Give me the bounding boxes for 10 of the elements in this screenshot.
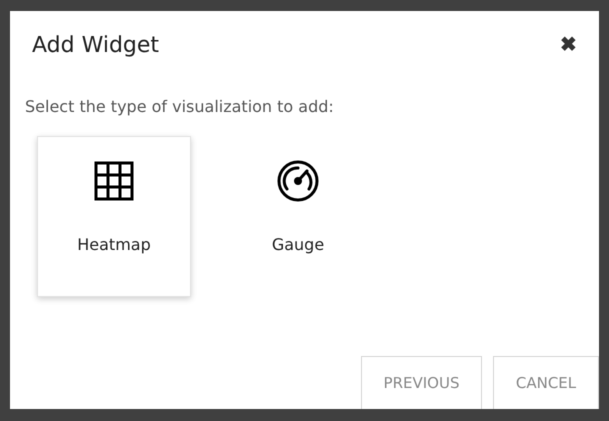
option-label: Gauge xyxy=(272,235,324,254)
gauge-icon xyxy=(276,159,320,203)
close-button[interactable]: ✖ xyxy=(560,35,577,55)
widget-option[interactable]: Heatmap xyxy=(37,136,191,297)
option-label: Heatmap xyxy=(77,235,151,254)
dialog-title: Add Widget xyxy=(32,32,160,58)
cancel-button[interactable]: CANCEL xyxy=(493,356,599,409)
grid-icon xyxy=(92,159,136,203)
previous-button[interactable]: PREVIOUS xyxy=(361,356,482,409)
prompt-text: Select the type of visualization to add: xyxy=(25,97,335,116)
